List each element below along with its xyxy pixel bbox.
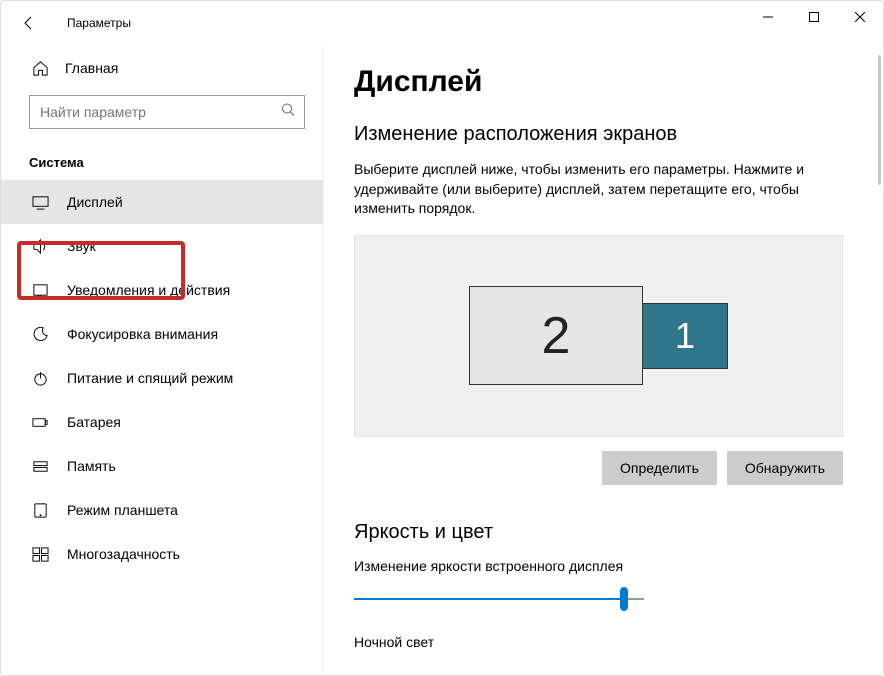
sidebar-group-label: Система bbox=[1, 133, 323, 180]
monitor-arrangement-area[interactable]: 2 1 bbox=[354, 235, 843, 437]
window-title: Параметры bbox=[67, 16, 131, 30]
sidebar-item-tablet[interactable]: Режим планшета bbox=[1, 488, 323, 532]
sidebar-item-notifications[interactable]: Уведомления и действия bbox=[1, 268, 323, 312]
focus-icon bbox=[31, 325, 49, 343]
close-button[interactable] bbox=[837, 1, 883, 33]
sidebar-item-focus[interactable]: Фокусировка внимания bbox=[1, 312, 323, 356]
brightness-label: Изменение яркости встроенного дисплея bbox=[354, 558, 843, 574]
home-icon bbox=[31, 59, 49, 77]
sidebar-item-label: Питание и спящий режим bbox=[67, 370, 233, 386]
back-button[interactable] bbox=[9, 3, 49, 43]
sidebar-item-label: Звук bbox=[67, 238, 96, 254]
arrange-heading: Изменение расположения экранов bbox=[354, 123, 843, 146]
sidebar-home-label: Главная bbox=[65, 60, 118, 76]
detect-button[interactable]: Обнаружить bbox=[727, 451, 843, 485]
arrange-hint: Выберите дисплей ниже, чтобы изменить ег… bbox=[354, 160, 814, 219]
page-title: Дисплей bbox=[354, 65, 843, 99]
scrollbar[interactable] bbox=[878, 55, 881, 185]
minimize-button[interactable] bbox=[745, 1, 791, 33]
sidebar-item-multitask[interactable]: Многозадачность bbox=[1, 532, 323, 576]
sidebar-item-battery[interactable]: Батарея bbox=[1, 400, 323, 444]
monitor-2[interactable]: 2 bbox=[469, 286, 643, 385]
sidebar-item-display[interactable]: Дисплей bbox=[1, 180, 323, 224]
search-input[interactable] bbox=[29, 95, 305, 129]
sidebar-item-power[interactable]: Питание и спящий режим bbox=[1, 356, 323, 400]
brightness-heading: Яркость и цвет bbox=[354, 521, 843, 544]
sidebar-item-label: Батарея bbox=[67, 414, 121, 430]
window-controls bbox=[745, 1, 883, 33]
sidebar-home[interactable]: Главная bbox=[1, 51, 323, 85]
sidebar-item-label: Многозадачность bbox=[67, 546, 180, 562]
power-icon bbox=[31, 369, 49, 387]
title-bar: Параметры bbox=[1, 1, 883, 45]
sidebar-item-storage[interactable]: Память bbox=[1, 444, 323, 488]
sidebar-item-label: Дисплей bbox=[67, 194, 123, 210]
sidebar-item-label: Режим планшета bbox=[67, 502, 178, 518]
notifications-icon bbox=[31, 281, 49, 299]
multitask-icon bbox=[31, 545, 49, 563]
main-content: Дисплей Изменение расположения экранов В… bbox=[323, 45, 883, 675]
tablet-icon bbox=[31, 501, 49, 519]
display-icon bbox=[31, 193, 49, 211]
sidebar-item-sound[interactable]: Звук bbox=[1, 224, 323, 268]
maximize-button[interactable] bbox=[791, 1, 837, 33]
sidebar: Главная Система Дисплей Звук bbox=[1, 45, 323, 675]
brightness-slider[interactable] bbox=[354, 588, 644, 610]
sidebar-item-label: Память bbox=[67, 458, 116, 474]
monitor-1[interactable]: 1 bbox=[642, 303, 728, 369]
sound-icon bbox=[31, 237, 49, 255]
identify-button[interactable]: Определить bbox=[602, 451, 717, 485]
battery-icon bbox=[31, 413, 49, 431]
sidebar-item-label: Уведомления и действия bbox=[67, 282, 230, 298]
night-light-label: Ночной свет bbox=[354, 634, 843, 650]
sidebar-item-label: Фокусировка внимания bbox=[67, 326, 218, 342]
storage-icon bbox=[31, 457, 49, 475]
